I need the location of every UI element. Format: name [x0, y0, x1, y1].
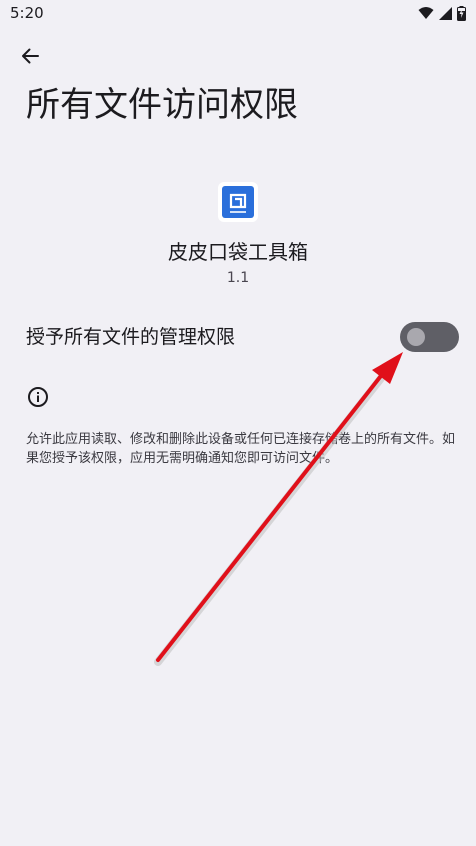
toggle-thumb [407, 328, 425, 346]
permission-toggle[interactable] [400, 322, 459, 352]
wifi-icon [418, 7, 434, 19]
status-bar: 5:20 [0, 0, 476, 28]
arrow-back-icon [22, 48, 39, 64]
info-icon [28, 387, 48, 407]
page-title: 所有文件访问权限 [26, 85, 298, 125]
app-version: 1.1 [226, 270, 250, 286]
status-icons [418, 4, 466, 22]
back-button[interactable] [16, 42, 44, 70]
app-icon [218, 182, 258, 222]
permission-description: 允许此应用读取、修改和删除此设备或任何已连接存储卷上的所有文件。如果您授予该权限… [26, 432, 456, 466]
permission-label: 授予所有文件的管理权限 [26, 326, 236, 348]
signal-icon [439, 6, 452, 20]
app-name: 皮皮口袋工具箱 [168, 240, 308, 264]
battery-charging-icon [457, 5, 466, 21]
permission-row[interactable]: 授予所有文件的管理权限 [0, 314, 476, 360]
status-time: 5:20 [10, 4, 44, 22]
app-logo-icon [222, 186, 254, 218]
